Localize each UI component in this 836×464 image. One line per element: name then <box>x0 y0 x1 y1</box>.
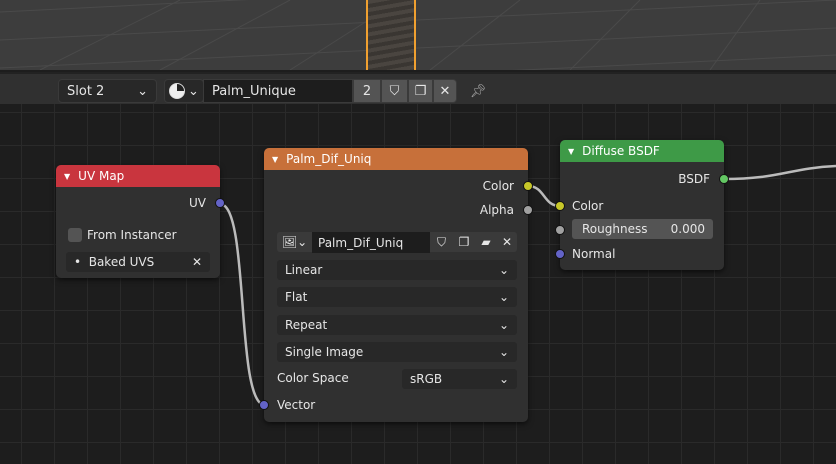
open-image-button[interactable]: ▰ <box>475 232 497 252</box>
slot-label: Slot 2 <box>67 83 105 99</box>
uv-map-value: • Baked UVS <box>74 255 154 269</box>
chevron-down-icon: ⌄ <box>498 372 509 386</box>
material-name-input[interactable]: Palm_Unique <box>203 79 353 103</box>
chevron-down-icon: ⌄ <box>498 263 509 277</box>
close-icon: ✕ <box>439 83 451 99</box>
checkbox[interactable] <box>68 228 82 242</box>
color-input-socket[interactable] <box>555 201 565 211</box>
new-image-button[interactable]: ❐ <box>453 232 475 252</box>
normal-input-socket[interactable] <box>555 249 565 259</box>
color-output-socket[interactable] <box>523 181 533 191</box>
uv-map-name: Baked UVS <box>88 255 155 269</box>
image-selector: 🖼︎⌄ Palm_Dif_Uniq ⛉ ❐ ▰ ✕ <box>277 232 517 253</box>
node-title: UV Map <box>78 169 125 183</box>
close-icon[interactable]: ✕ <box>192 255 202 269</box>
field-label: Roughness <box>582 222 648 236</box>
image-name: Palm_Dif_Uniq <box>318 235 404 250</box>
image-name-input[interactable]: Palm_Dif_Uniq <box>312 232 430 253</box>
uv-output-socket[interactable] <box>215 198 225 208</box>
material-sphere-icon <box>169 83 185 99</box>
image-icon: 🖼︎⌄ <box>281 235 308 249</box>
viewport-grid <box>0 0 836 70</box>
duplicate-icon: ❐ <box>414 83 427 99</box>
dropdown-value: Flat <box>285 290 308 304</box>
image-browse-button[interactable]: 🖼︎⌄ <box>277 232 312 252</box>
roughness-field[interactable]: Roughness 0.000 <box>572 219 713 239</box>
material-browse-button[interactable]: ⌄ <box>164 79 204 103</box>
node-header[interactable]: ▼ Palm_Dif_Uniq <box>264 148 528 170</box>
dropdown-value: sRGB <box>410 372 443 386</box>
interpolation-dropdown[interactable]: Linear ⌄ <box>277 260 517 280</box>
dropdown-value: Linear <box>285 263 323 277</box>
output-alpha-label: Alpha <box>479 203 514 217</box>
pin-icon: 📌︎ <box>469 83 487 99</box>
palm-trunk-object[interactable] <box>366 0 416 70</box>
collapse-icon[interactable]: ▼ <box>568 147 574 156</box>
uv-map-selector[interactable]: • Baked UVS ✕ <box>66 252 210 272</box>
node-header[interactable]: ▼ Diffuse BSDF <box>560 140 724 162</box>
chevron-down-icon: ⌄ <box>498 290 509 304</box>
shield-icon: ⛉ <box>436 234 446 249</box>
roughness-input-socket[interactable] <box>555 225 565 235</box>
shield-icon: ⛉ <box>389 83 400 99</box>
node-editor-header: Slot 2 ⌄ ⌄ Palm_Unique 2 ⛉ ❐ ✕ 📌︎ <box>0 72 836 104</box>
from-instancer-checkbox[interactable]: From Instancer <box>68 225 177 245</box>
output-uv-label: UV <box>189 196 206 210</box>
node-header[interactable]: ▼ UV Map <box>56 165 220 187</box>
slot-dropdown[interactable]: Slot 2 ⌄ <box>58 79 157 103</box>
chevron-down-icon: ⌄ <box>188 83 199 99</box>
image-texture-node[interactable]: ▼ Palm_Dif_Uniq Color Alpha 🖼︎⌄ Palm_Dif_… <box>259 148 533 422</box>
new-material-button[interactable]: ❐ <box>408 79 433 103</box>
extension-dropdown[interactable]: Repeat ⌄ <box>277 315 517 335</box>
unlink-button[interactable]: ✕ <box>497 232 517 252</box>
duplicate-icon: ❐ <box>458 235 470 249</box>
chevron-down-icon: ⌄ <box>137 83 148 99</box>
input-vector-label: Vector <box>277 398 316 412</box>
close-icon: ✕ <box>501 235 513 249</box>
dot-icon: • <box>74 255 82 269</box>
source-dropdown[interactable]: Single Image ⌄ <box>277 342 517 362</box>
collapse-icon[interactable]: ▼ <box>272 155 278 164</box>
users-count-label: 2 <box>362 83 372 99</box>
projection-dropdown[interactable]: Flat ⌄ <box>277 287 517 307</box>
color-space-dropdown[interactable]: sRGB ⌄ <box>402 369 517 389</box>
vector-input-socket[interactable] <box>259 400 269 410</box>
alpha-output-socket[interactable] <box>523 205 533 215</box>
color-space-label: Color Space <box>277 371 349 385</box>
pin-button[interactable]: 📌︎ <box>466 79 490 103</box>
folder-icon: ▰ <box>481 235 491 249</box>
collapse-icon[interactable]: ▼ <box>64 172 70 181</box>
dropdown-value: Repeat <box>285 318 328 332</box>
output-bsdf-label: BSDF <box>678 172 710 186</box>
material-name: Palm_Unique <box>212 83 296 99</box>
chevron-down-icon: ⌄ <box>498 318 509 332</box>
users-count[interactable]: 2 <box>353 79 381 103</box>
bsdf-output-socket[interactable] <box>719 174 729 184</box>
fake-user-button[interactable]: ⛉ <box>430 232 453 252</box>
unlink-button[interactable]: ✕ <box>433 79 457 103</box>
input-color-label: Color <box>572 199 604 213</box>
checkbox-label: From Instancer <box>87 228 177 242</box>
dropdown-value: Single Image <box>285 345 364 359</box>
input-normal-label: Normal <box>572 247 616 261</box>
diffuse-bsdf-node[interactable]: ▼ Diffuse BSDF BSDF Color Roughness 0.000 … <box>555 140 729 270</box>
uv-map-node[interactable]: ▼ UV Map UV From Instancer • Baked UVS ✕ <box>56 165 225 278</box>
3d-viewport[interactable] <box>0 0 836 70</box>
chevron-down-icon: ⌄ <box>498 345 509 359</box>
fake-user-button[interactable]: ⛉ <box>381 79 408 103</box>
output-color-label: Color <box>482 179 514 193</box>
field-value: 0.000 <box>670 222 705 236</box>
node-title: Palm_Dif_Uniq <box>286 152 372 166</box>
node-title: Diffuse BSDF <box>582 144 660 158</box>
